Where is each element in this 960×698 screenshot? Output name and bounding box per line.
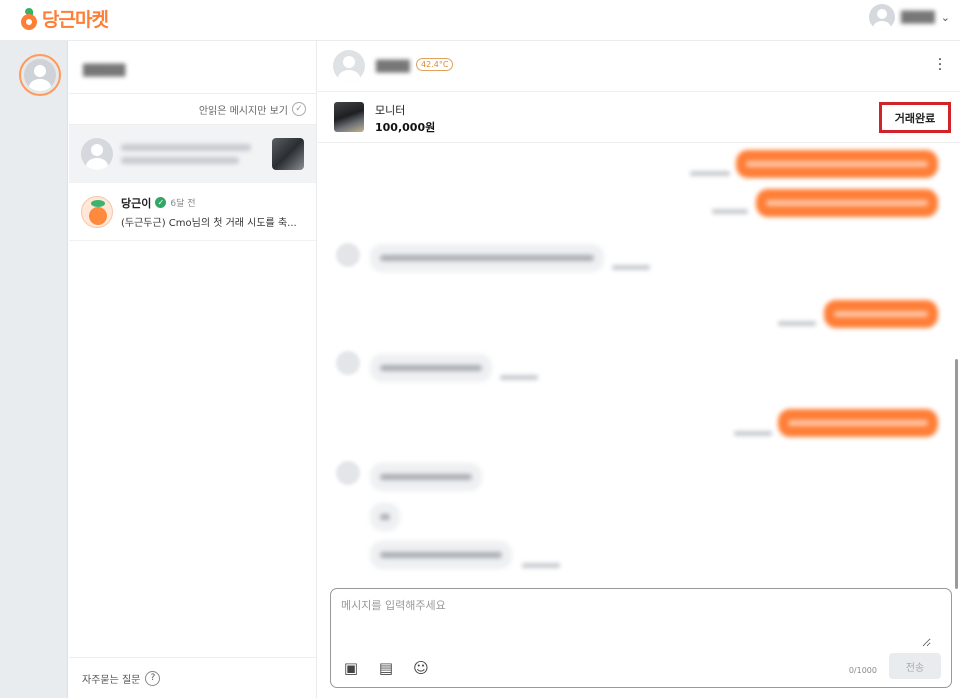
message-time-redacted [522,563,560,568]
message-time-redacted [690,171,730,176]
partner-message-avatar [336,351,360,375]
chat-panel: ████ 42.4°C · · · 모니터 100,000원 거래완료 메시지를… [318,41,960,698]
message-scrollbar[interactable] [955,359,958,589]
chat-preview: (두근두근) Cmo님의 첫 거래 시도를 축... [121,217,297,229]
my-message-bubble [778,409,938,437]
char-count: 0/1000 [848,666,877,675]
check-circle-icon[interactable]: ✓ [292,102,306,116]
chevron-down-icon[interactable]: ⌄ [941,11,950,24]
image-icon[interactable]: ▣ [342,659,360,677]
user-menu[interactable]: ████ ⌄ [868,4,950,30]
chat-name: 당근이 [121,196,152,210]
user-name-redacted: ████ [900,10,935,24]
faq-link[interactable]: 자주묻는 질문 ? [69,657,316,698]
more-vertical-icon[interactable]: · · · [936,53,944,77]
send-button[interactable]: 전송 [889,653,941,679]
logo[interactable]: 당근마켓 [20,5,109,32]
left-rail [0,41,68,698]
chat-list-header: █████ [69,41,316,94]
partner-message-avatar [336,243,360,267]
my-name-redacted: █████ [83,64,126,77]
partner-message-bubble [370,541,512,569]
partner-message-bubble [370,463,482,491]
message-time-redacted [612,265,650,270]
product-thumbnail [272,137,304,170]
partner-message-avatar [336,461,360,485]
unread-only-label: 안읽은 메시지만 보기 [198,105,288,117]
chat-list: █████ 안읽은 메시지만 보기 ✓ 당근이 ✓ 6달 전 (두근두근) Cm… [69,41,317,698]
message-input[interactable] [341,597,931,647]
partner-message-bubble [370,503,400,531]
message-list [318,143,960,583]
my-message-bubble [756,189,938,217]
message-time-redacted [778,321,816,326]
verified-check-icon: ✓ [155,197,167,208]
emoji-icon[interactable]: ☺ [412,659,430,677]
my-profile-avatar[interactable] [19,54,61,96]
my-message-bubble [824,300,938,328]
question-circle-icon: ? [145,670,161,686]
carrot-mascot-avatar [81,195,113,228]
chat-list-item-active[interactable] [69,125,316,183]
chat-header: ████ 42.4°C · · · [318,41,960,92]
chat-preview-redacted [121,138,264,170]
chat-avatar [81,137,113,170]
deal-complete-button[interactable]: 거래완료 [879,102,951,133]
message-composer: ▣ ▤ ☺ 0/1000 전송 [330,588,952,688]
message-time-redacted [712,209,748,214]
message-time-redacted [734,431,772,436]
product-title: 모니터 [375,104,406,117]
message-time-redacted [500,375,538,380]
top-bar: 당근마켓 ████ ⌄ [0,0,960,41]
logo-text: 당근마켓 [42,9,109,31]
unread-only-toggle[interactable]: 안읽은 메시지만 보기 ✓ [69,94,316,125]
faq-label: 자주묻는 질문 [82,674,141,686]
partner-message-bubble [370,244,604,272]
my-message-bubble [736,150,938,178]
list-icon[interactable]: ▤ [377,659,395,677]
partner-message-bubble [370,354,492,382]
product-bar: 모니터 100,000원 거래완료 [318,92,960,143]
product-price: 100,000원 [375,121,436,134]
product-thumbnail[interactable] [334,102,364,132]
chat-list-item[interactable]: 당근이 ✓ 6달 전 (두근두근) Cmo님의 첫 거래 시도를 축... [69,183,316,241]
chat-time: 6달 전 [170,199,196,209]
manner-temperature-badge: 42.4°C [416,58,454,71]
user-avatar[interactable] [868,4,895,30]
partner-avatar[interactable] [333,50,365,82]
partner-name-redacted: ████ [376,60,410,73]
carrot-logo-icon [20,7,38,30]
